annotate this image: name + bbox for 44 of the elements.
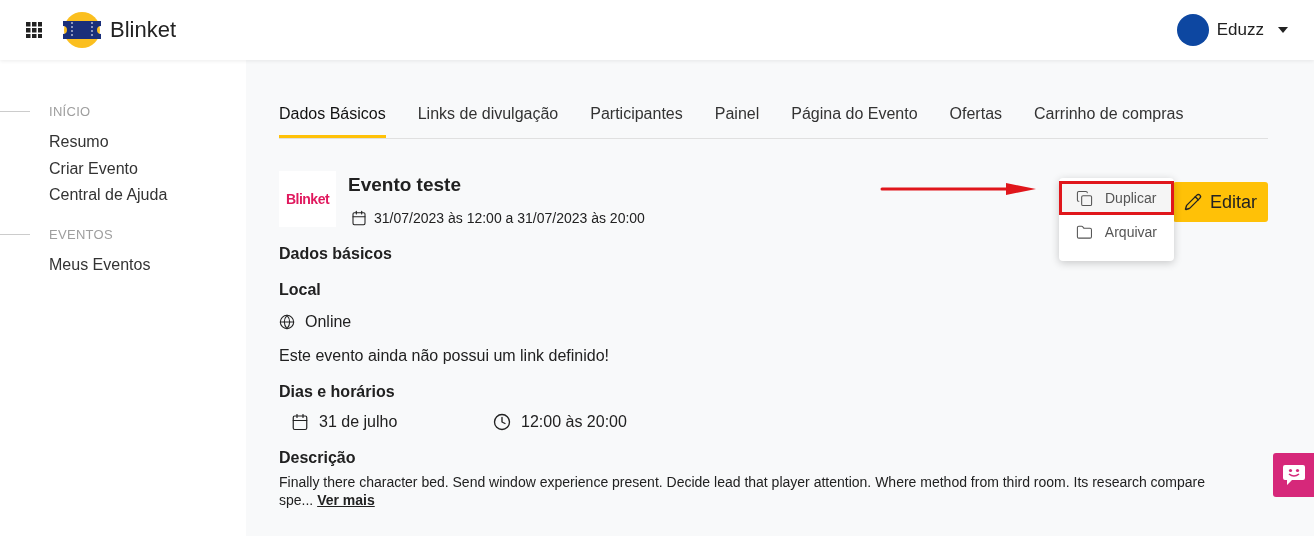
ticket-logo-icon — [62, 12, 102, 48]
smiley-chat-icon — [1282, 465, 1305, 485]
section-heading: Descrição — [279, 449, 357, 467]
edit-button[interactable]: Editar — [1173, 182, 1268, 222]
user-name[interactable]: Eduzz — [1216, 20, 1264, 40]
clock-icon — [493, 413, 511, 431]
calendar-icon — [291, 413, 309, 431]
calendar-icon — [351, 210, 367, 226]
event-date-range: 31/07/2023 às 12:00 a 31/07/2023 às 20:00 — [374, 210, 645, 226]
sidebar-item[interactable]: Central de Ajuda — [49, 182, 246, 209]
event-day: 31 de julho — [319, 413, 398, 431]
event-hours: 12:00 às 20:00 — [521, 413, 627, 431]
tab[interactable]: Ofertas — [949, 100, 1003, 138]
chat-button[interactable] — [1273, 453, 1314, 497]
section-title: EVENTOS — [49, 226, 113, 242]
tab[interactable]: Links de divulgação — [417, 100, 559, 138]
see-more-link[interactable]: Ver mais — [317, 492, 375, 508]
section-title: INÍCIO — [49, 104, 91, 119]
globe-icon — [279, 314, 295, 330]
tab[interactable]: Página do Evento — [791, 100, 918, 138]
description-text: Finally there character bed. Send window experience present. Decide lead that player attention. Where method from third room. Its research compare spe... Ver mais — [279, 473, 1207, 509]
tab[interactable]: Carrinho de compras — [1034, 100, 1184, 138]
folder-icon — [1076, 223, 1093, 241]
apps-grid-icon[interactable] — [26, 22, 42, 38]
logo-text: Blinket — [285, 191, 330, 207]
event-title: Evento teste — [348, 174, 462, 196]
tab[interactable]: Dados Básicos — [279, 100, 386, 138]
pencil-icon — [1184, 193, 1202, 211]
user-avatar[interactable] — [1176, 14, 1209, 46]
brand-name: Blinket — [110, 17, 177, 43]
tab[interactable]: Participantes — [590, 100, 683, 138]
location-text: Online — [305, 313, 352, 331]
menu-item[interactable]: Arquivar — [1059, 215, 1174, 249]
section-heading: Dias e horários — [279, 383, 396, 401]
tab[interactable]: Painel — [714, 100, 760, 138]
sidebar-item[interactable]: Resumo — [49, 129, 246, 156]
caret-icon[interactable] — [1278, 27, 1288, 33]
copy-icon — [1076, 189, 1093, 207]
section-heading: Dados básicos — [279, 245, 393, 263]
sidebar-item[interactable]: Criar Evento — [49, 155, 246, 182]
link-note: Este evento ainda não possui um link definido! — [279, 347, 610, 365]
section-heading: Local — [279, 281, 322, 299]
sidebar-item[interactable]: Meus Eventos — [49, 251, 246, 278]
menu-item[interactable]: Duplicar — [1059, 181, 1174, 215]
